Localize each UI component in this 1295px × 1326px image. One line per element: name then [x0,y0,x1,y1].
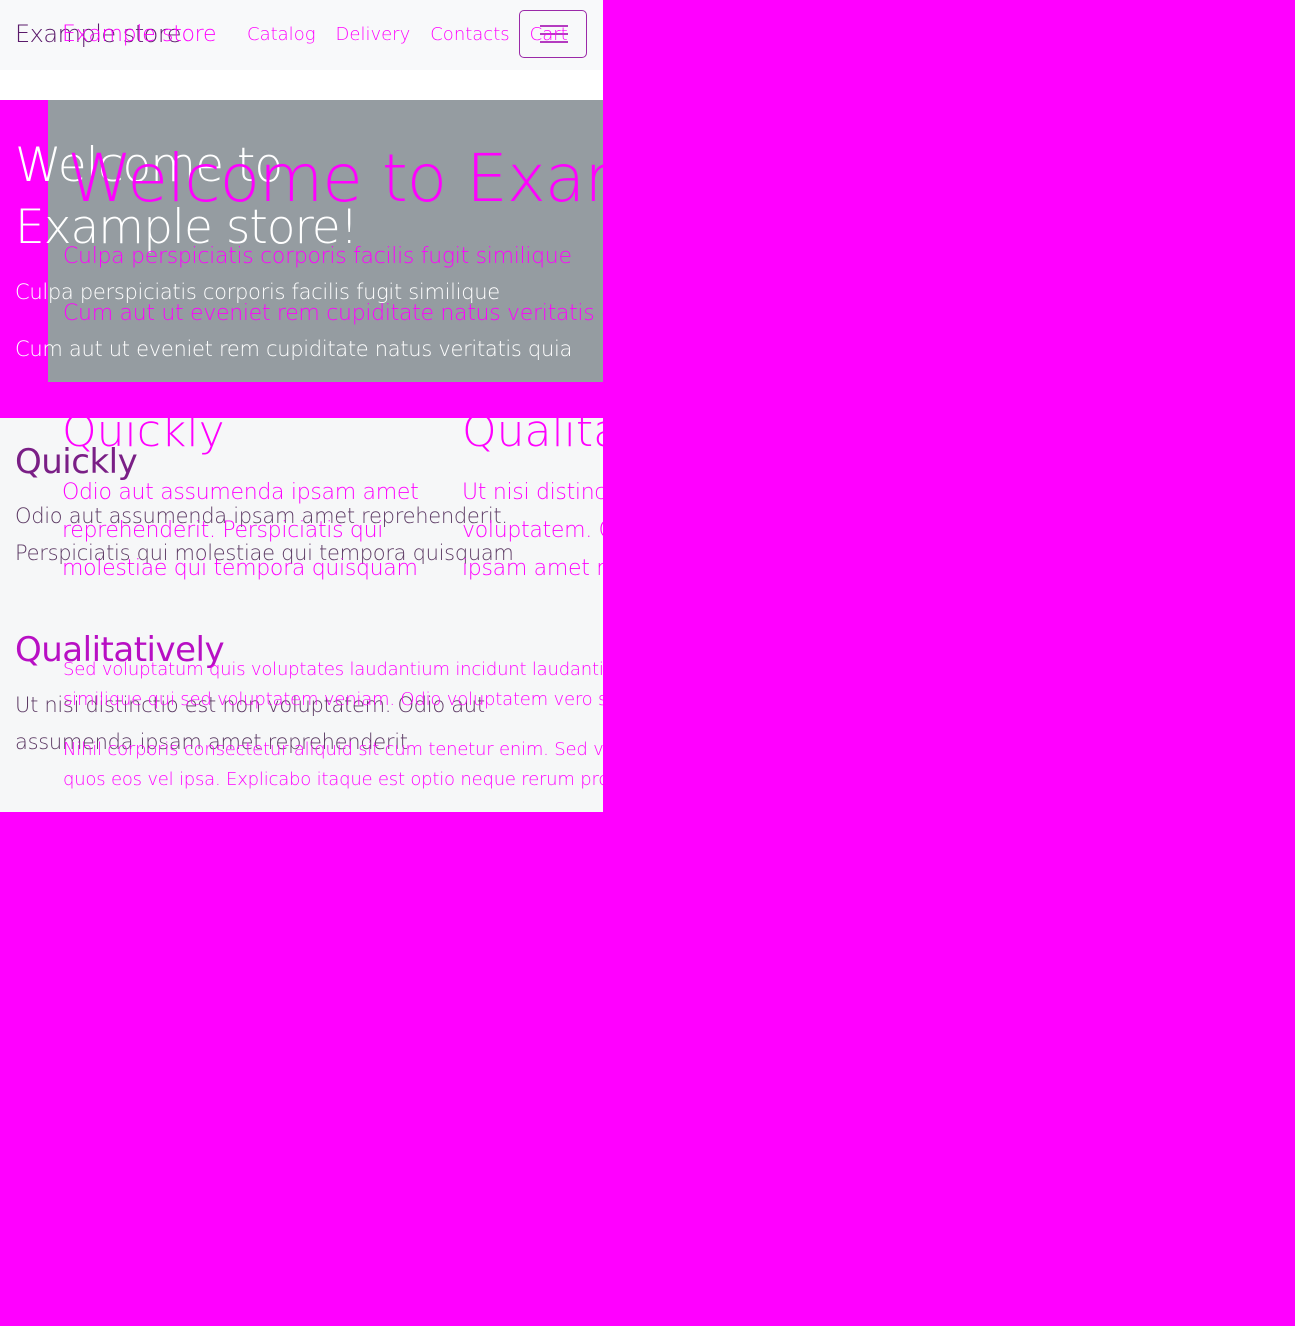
feature-text-line: Ut nisi distinct [462,480,603,505]
feature-text-line: molestiae qui tempora quisquam [62,556,418,581]
hero-line-2-desktop: Cum aut ut eveniet rem cupiditate natus … [63,301,603,326]
hero-line-1-desktop: Culpa perspiciatis corporis facilis fugi… [63,244,572,269]
brand-link-desktop[interactable]: Example store [62,22,216,47]
nav-links: Catalog Delivery Contacts Cart [247,24,568,45]
feature-text-line: Odio aut assumenda ipsam amet [62,480,419,505]
viewport: Example store Welcome to Example store! … [0,0,603,1326]
lorem-line: similique qui sed voluptatem veniam. Odi… [63,689,603,710]
feature-title-qualitatively-desktop: Qualita [462,406,603,457]
feature-text-line: reprehenderit. Perspiciatis qui [62,518,384,543]
feature-text-line: voluptatem. O [462,518,603,543]
lorem-line: Sed voluptatum quis voluptates laudantiu… [63,659,603,680]
feature-text-qualitatively-desktop: Ut nisi distinct voluptatem. O ipsam ame… [462,474,603,588]
feature-text-quickly-desktop: Odio aut assumenda ipsam amet reprehende… [62,474,422,588]
lorem-line: Nihil corporis consectetur aliquid sit c… [63,739,603,760]
hero-line-2: Cum aut ut eveniet rem cupiditate natus … [15,337,573,361]
nav-item-delivery[interactable]: Delivery [336,24,411,45]
nav-item-cart[interactable]: Cart [530,24,568,45]
nav-item-contacts[interactable]: Contacts [430,24,509,45]
hero-title-desktop: Welcome to Exam [67,140,603,217]
navbar-gap [0,70,603,100]
nav-item-catalog[interactable]: Catalog [247,24,316,45]
lorem-text: Sed voluptatum quis voluptates laudantiu… [63,655,603,815]
feature-title-quickly-desktop: Quickly [62,406,225,457]
lorem-line: quos eos vel ipsa. Explicabo itaque est … [63,769,603,790]
feature-text-line: ipsam amet re [462,556,603,581]
